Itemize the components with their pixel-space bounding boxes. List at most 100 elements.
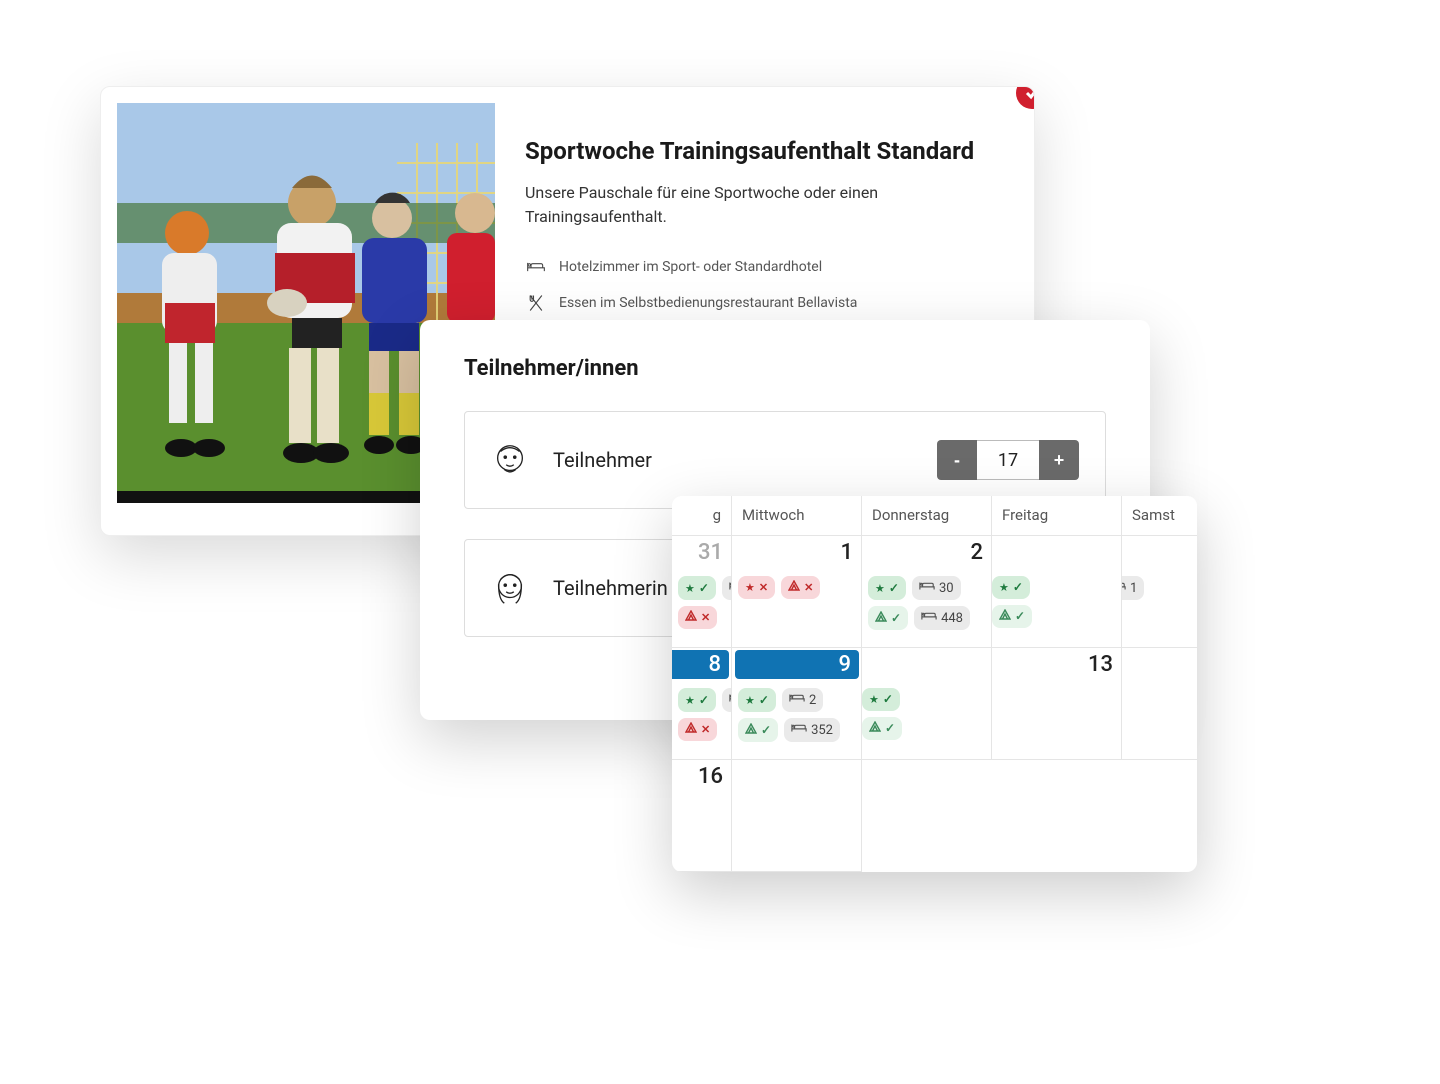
decrement-button[interactable]: -: [937, 440, 977, 480]
availability-badge: [678, 688, 716, 712]
triangle-icon: [788, 580, 800, 595]
feature-food: Essen im Selbstbedienungsrestaurant Bell…: [525, 293, 994, 313]
check-icon: [885, 721, 895, 736]
calendar-cell[interactable]: 9 2 352: [732, 648, 862, 760]
day-number: 8: [672, 650, 729, 679]
cutlery-icon: [525, 293, 547, 313]
bed-count: 1: [1130, 581, 1137, 596]
bed-count: 30: [939, 581, 954, 596]
check-icon: [889, 581, 899, 596]
availability-badge: [678, 576, 716, 600]
day-number: 1: [840, 540, 853, 565]
check-icon: [759, 693, 769, 708]
star-icon: [745, 693, 755, 708]
availability-badge: [868, 576, 906, 600]
star-icon: [869, 692, 879, 707]
day-number: 16: [698, 764, 723, 789]
calendar-cell[interactable]: 6 1: [1122, 536, 1197, 648]
cross-icon: [701, 722, 710, 737]
calendar-header-partial: Samst: [1122, 496, 1197, 536]
participants-heading: Teilnehmer/innen: [464, 356, 1106, 381]
cross-icon: [759, 580, 768, 595]
participant-row-male: Teilnehmer - 17 +: [464, 411, 1106, 509]
triangle-icon: [745, 723, 757, 738]
calendar-cell[interactable]: [992, 536, 1122, 648]
bed-icon: [525, 257, 547, 277]
badges-container: 1: [678, 688, 725, 741]
check-icon: [883, 692, 893, 707]
triangle-icon: [869, 721, 881, 736]
bed-icon: [1122, 580, 1126, 596]
badges-container: [738, 576, 855, 599]
availability-badge: 2: [782, 688, 823, 712]
participant-label: Teilnehmer: [553, 448, 913, 472]
increment-button[interactable]: +: [1039, 440, 1079, 480]
calendar-cell[interactable]: [862, 648, 992, 760]
calendar-header: Mittwoch: [732, 496, 862, 536]
star-icon: [685, 581, 695, 596]
day-number: 9: [735, 650, 859, 679]
day-number: 31: [698, 540, 723, 565]
calendar-header: Freitag: [992, 496, 1122, 536]
availability-badge: 352: [784, 718, 840, 742]
package-title: Sportwoche Trainingsaufenthalt Standard: [525, 137, 994, 165]
bed-count: 352: [811, 723, 833, 738]
availability-badge: [738, 688, 776, 712]
star-icon: [745, 580, 755, 595]
quantity-value: 17: [977, 440, 1039, 480]
calendar-card: gMittwochDonnerstagFreitagSamst 30 31 2 1…: [672, 496, 1197, 872]
badges-container: [862, 688, 985, 740]
bed-icon: [921, 610, 937, 626]
cross-icon: [701, 610, 710, 625]
check-icon: [761, 723, 771, 738]
star-icon: [875, 581, 885, 596]
calendar-cell[interactable]: [732, 760, 862, 872]
badges-container: 2 352: [738, 688, 855, 742]
calendar-cell[interactable]: 13: [992, 648, 1122, 760]
feature-text: Hotelzimmer im Sport- oder Standardhotel: [559, 259, 822, 275]
cross-icon: [804, 580, 813, 595]
calendar-cell[interactable]: 31 2: [672, 536, 732, 648]
check-icon: [699, 581, 709, 596]
availability-badge: 30: [912, 576, 961, 600]
check-icon: [699, 693, 709, 708]
day-number: 13: [1088, 652, 1113, 677]
calendar-cell[interactable]: 8 1: [672, 648, 732, 760]
badges-container: 1: [1122, 576, 1197, 600]
badges-container: 30 448: [868, 576, 985, 630]
feature-text: Essen im Selbstbedienungsrestaurant Bell…: [559, 295, 857, 311]
bed-icon: [791, 722, 807, 738]
check-icon: [1015, 609, 1025, 624]
star-icon: [999, 580, 1009, 595]
badges-container: [992, 576, 1115, 628]
availability-badge: [992, 605, 1032, 628]
availability-badge: 2: [722, 576, 732, 600]
availability-badge: [678, 718, 717, 741]
feature-hotel: Hotelzimmer im Sport- oder Standardhotel: [525, 257, 994, 277]
availability-badge: [738, 718, 778, 742]
availability-badge: [678, 606, 717, 629]
availability-badge: [738, 576, 775, 599]
triangle-icon: [685, 722, 697, 737]
package-description: Unsere Pauschale für eine Sportwoche ode…: [525, 181, 994, 229]
calendar-cell[interactable]: 14: [1122, 648, 1197, 760]
availability-badge: 1: [1122, 576, 1144, 600]
calendar-header-partial: g: [672, 496, 732, 536]
calendar-cell[interactable]: 16: [672, 760, 732, 872]
triangle-icon: [685, 610, 697, 625]
availability-badge: [781, 576, 820, 599]
bed-icon: [789, 692, 805, 708]
availability-badge: 448: [914, 606, 970, 630]
bed-count: 448: [941, 611, 963, 626]
person-female-icon: [491, 569, 529, 607]
star-icon: [685, 693, 695, 708]
day-number: 2: [970, 540, 983, 565]
availability-badge: [868, 606, 908, 630]
calendar-cell[interactable]: 2 30 448: [862, 536, 992, 648]
badges-container: 2: [678, 576, 725, 629]
calendar-header: Donnerstag: [862, 496, 992, 536]
quantity-stepper: - 17 +: [937, 440, 1079, 480]
availability-badge: [862, 717, 902, 740]
bed-icon: [919, 580, 935, 596]
calendar-cell[interactable]: 1: [732, 536, 862, 648]
